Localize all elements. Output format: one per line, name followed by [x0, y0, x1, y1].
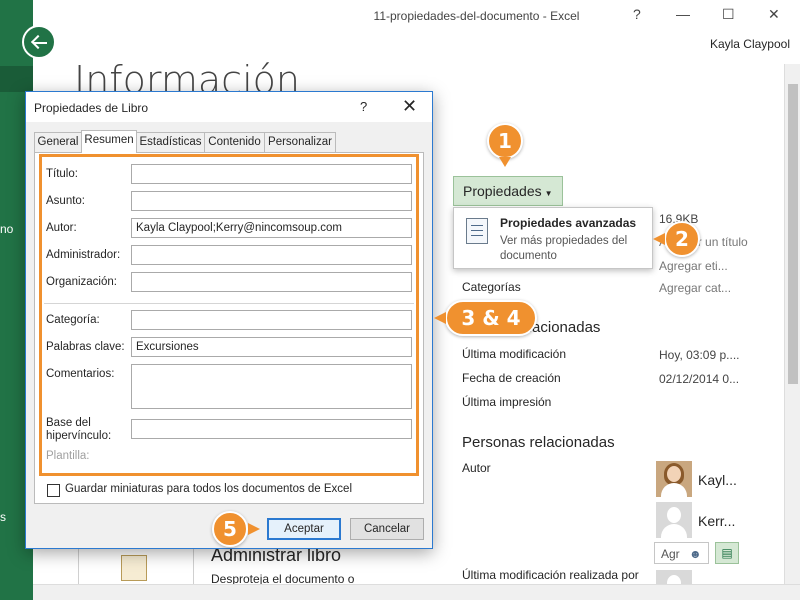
add-author-placeholder: Agr [661, 547, 680, 561]
manage-workbook-icon [121, 555, 147, 581]
last-printed-label: Última impresión [462, 395, 552, 409]
author-label: Autor [462, 461, 491, 475]
back-arrow-icon[interactable] [22, 25, 56, 59]
avatar[interactable] [656, 461, 692, 497]
properties-button-label: Propiedades [463, 183, 542, 199]
callout-pointer [499, 157, 511, 167]
minimize-button[interactable]: — [676, 6, 690, 22]
last-modified-label: Última modificación [462, 347, 567, 361]
help-icon[interactable]: ? [360, 99, 367, 114]
advanced-properties-item[interactable]: Propiedades avanzadas [500, 216, 636, 230]
created-label: Fecha de creación [462, 371, 561, 385]
user-name[interactable]: Kayla Claypool [710, 37, 790, 51]
tab-personalizar[interactable]: Personalizar [264, 132, 336, 152]
step-callout-2: 2 [664, 221, 700, 257]
people-icon: ☻ [689, 547, 702, 561]
properties-dropdown-menu: Propiedades avanzadas Ver más propiedade… [453, 207, 653, 269]
save-thumbnails-checkbox[interactable] [47, 484, 60, 497]
fields-highlight-box [39, 154, 419, 476]
categories-value[interactable]: Agregar cat... [659, 281, 731, 295]
properties-list-icon [466, 218, 488, 244]
author-name[interactable]: Kerr... [698, 513, 735, 529]
maximize-button[interactable]: ☐ [722, 6, 735, 23]
tab-contenido[interactable]: Contenido [204, 132, 265, 152]
vertical-scrollbar[interactable] [784, 64, 800, 584]
step-callout-3-4: 3 & 4 [445, 300, 537, 336]
cancel-button[interactable]: Cancelar [350, 518, 424, 540]
horizontal-scrollbar[interactable] [33, 584, 800, 600]
close-icon[interactable]: ✕ [402, 96, 417, 117]
nav-item-info-selected[interactable] [0, 66, 33, 92]
properties-dropdown-button[interactable]: Propiedades ▼ [453, 176, 563, 206]
save-thumbnails-label[interactable]: Guardar miniaturas para todos los docume… [65, 483, 352, 495]
workbook-properties-dialog: Propiedades de Libro ? ✕ General Resumen… [25, 91, 433, 549]
tags-value[interactable]: Agregar eti... [659, 259, 728, 273]
nav-item-partial-label[interactable]: no [0, 222, 13, 236]
categories-label: Categorías [462, 280, 521, 294]
address-book-icon[interactable]: ▤ [715, 542, 739, 564]
dialog-title-bar: Propiedades de Libro ? ✕ [26, 92, 432, 122]
callout-pointer [653, 233, 665, 245]
caret-down-icon: ▼ [544, 189, 553, 198]
step-callout-5: 5 [212, 511, 248, 547]
help-icon[interactable]: ? [633, 6, 641, 22]
tab-estadisticas[interactable]: Estadísticas [136, 132, 205, 152]
author-name[interactable]: Kayl... [698, 472, 737, 488]
avatar[interactable] [656, 502, 692, 538]
dialog-title: Propiedades de Libro [34, 101, 149, 115]
created-value: 02/12/2014 0... [659, 372, 740, 386]
accept-button[interactable]: Aceptar [267, 518, 341, 540]
callout-pointer [434, 312, 446, 324]
nav-item-partial-label[interactable]: s [0, 510, 6, 524]
avatar[interactable] [656, 570, 692, 584]
last-modified-value: Hoy, 03:09 p.... [659, 348, 740, 362]
tab-general[interactable]: General [34, 132, 82, 152]
tab-resumen[interactable]: Resumen [81, 130, 137, 153]
related-people-heading: Personas relacionadas [462, 434, 615, 451]
close-button[interactable]: ✕ [768, 6, 780, 23]
step-callout-1: 1 [487, 123, 523, 159]
last-modified-by-label: Última modificación realizada por [462, 568, 639, 582]
advanced-properties-description: Ver más propiedades del documento [500, 235, 628, 262]
add-author-input[interactable]: Agr ☻ [654, 542, 709, 564]
callout-pointer [248, 523, 260, 535]
